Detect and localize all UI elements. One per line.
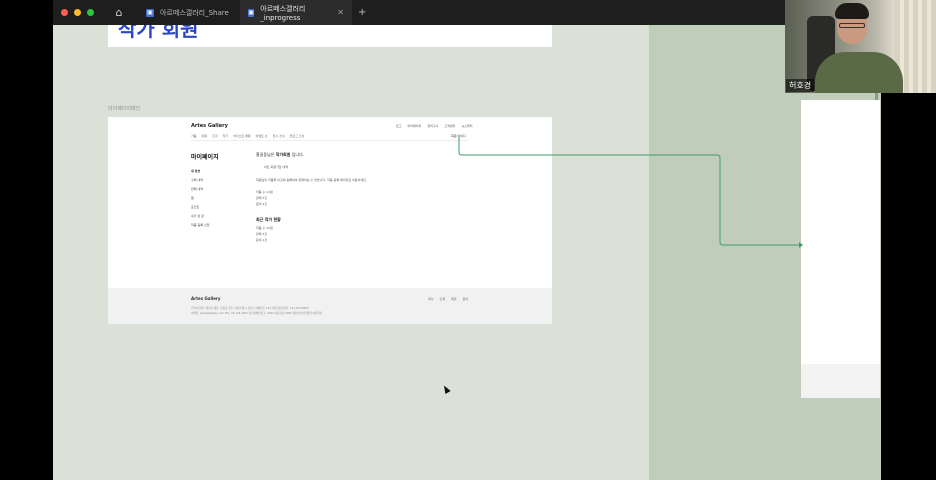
top-frame-heading: 작가 회원 (118, 25, 199, 41)
plus-icon[interactable]: + (358, 7, 366, 18)
info-row: 문의 2건 (256, 202, 268, 206)
side-menu-item: 내 정보 (191, 169, 201, 173)
topnav-item: 로그 (396, 124, 402, 128)
welcome-suffix: 입니다. (291, 152, 305, 157)
close-icon[interactable]: ✕ (337, 8, 344, 17)
right-frame[interactable] (801, 100, 880, 398)
subnav-item: 이벤트 쇼 (255, 134, 268, 138)
minimize-window-button[interactable] (74, 9, 81, 16)
footer-line: (주)아르떼스 갤러리 대표: 홍길동 주소: 서울특별시 강남구 테헤란로 1… (191, 307, 309, 310)
mockup-tag: 아트 회원가입 내역 (264, 165, 288, 169)
maximize-window-button[interactable] (87, 9, 94, 16)
footer-link: 인재 (439, 297, 446, 301)
side-menu-item: 포인트 (191, 205, 200, 209)
subnav-item: 가품 (191, 134, 197, 138)
mockup-section-rows: 작품 수 12점 판매 3건 문의 2건 (256, 226, 273, 244)
subnav-item: 전시 소식 (272, 134, 285, 138)
video-person-body (815, 52, 903, 93)
frame-label[interactable]: 마이페이지메인 (108, 105, 140, 112)
tab-inprogress[interactable]: ▣ 아르떼스갤러리_inprogress ✕ (240, 0, 352, 25)
top-frame[interactable]: 작가 회원 (108, 25, 552, 47)
close-window-button[interactable] (61, 9, 68, 16)
side-menu-item: 작품 등록 신청 (191, 223, 210, 227)
mockup-side-menu: 내 정보 구매 내역 판매 내역 찜 포인트 내가 쓴 글 작품 등록 신청 (191, 169, 209, 232)
footer-link: 문의 (462, 297, 469, 301)
subnav-item: 작가 (222, 134, 229, 138)
mockup-topnav: 로그 마이페이지 장바구니 고객센터 뉴스레터 (396, 124, 472, 128)
tab-share[interactable]: ▣ 아르떼스갤러리_Share (138, 0, 240, 25)
topnav-item: 마이페이지 (407, 124, 422, 128)
mockup-subnav: 가품 판화 조각 작가 아티스트 배틀 이벤트 쇼 전시 소식 블로그 소식 (191, 134, 304, 138)
topnav-item: 고객센터 (444, 124, 456, 128)
side-menu-item: 판매 내역 (191, 187, 203, 191)
mockup-section-title: 최근 작가 현황 (256, 217, 281, 222)
figma-icon: ▣ (248, 8, 255, 17)
welcome-prefix: 홍길동님은 (256, 152, 275, 157)
footer-link: 회사 (428, 297, 434, 301)
mockup-page-title: 마이페이지 (191, 154, 219, 161)
topnav-item: 장바구니 (427, 124, 439, 128)
side-menu-item: 구매 내역 (191, 178, 203, 182)
mockup-info-rows: 작품 수 12점 판매 3건 문의 2건 (256, 190, 273, 208)
topnav-item: 뉴스레터 (461, 124, 473, 128)
figma-icon: ▣ (146, 8, 154, 17)
footer-link: 제휴 (451, 297, 457, 301)
subnav-item: 판화 (201, 134, 208, 138)
home-icon[interactable]: ⌂ (112, 6, 126, 19)
footer-links: 회사 인재 제휴 문의 (428, 297, 468, 301)
tab-inprogress-label: 아르떼스갤러리_inprogress (260, 4, 306, 22)
video-person-glasses (839, 23, 865, 28)
footer-brand: Artes Gallery (191, 296, 221, 301)
section-row: 문의 2건 (256, 238, 268, 242)
browser-tab-bar: ⌂ ▣ 아르떼스갤러리_Share ▣ 아르떼스갤러리_inprogress ✕… (53, 0, 785, 25)
video-person-hair (835, 3, 869, 19)
mockup-brand: Artes Gallery (191, 123, 228, 129)
mypage-frame[interactable]: Artes Gallery 로그 마이페이지 장바구니 고객센터 뉴스레터 가품… (108, 117, 552, 324)
mockup-user-item: 회원 아이디 (451, 134, 466, 138)
mockup-divider (191, 140, 469, 141)
footer-line: 이메일: artes@gallery.com TEL: 02-123-4567 … (191, 312, 322, 315)
subnav-item: 아티스트 배틀 (233, 134, 251, 138)
participant-video[interactable]: 허호경 (785, 0, 936, 93)
subnav-item: 조각 (212, 134, 218, 138)
mockup-welcome: 홍길동님은 작가회원 입니다. (256, 152, 304, 158)
side-menu-item: 내가 쓴 글 (191, 214, 204, 218)
welcome-bold: 작가회원 (275, 152, 291, 157)
mockup-description: 회원님의 작품을 이곳에 등록하여 판매하실 수 있습니다. 작품 등록 페이지… (256, 178, 367, 182)
participant-name: 허호경 (786, 79, 815, 92)
window-controls (61, 9, 94, 16)
mockup-footer: Artes Gallery (주)아르떼스 갤러리 대표: 홍길동 주소: 서울… (108, 288, 552, 324)
subnav-item: 블로그 소식 (289, 134, 305, 138)
tab-share-label: 아르떼스갤러리_Share (160, 8, 229, 17)
right-frame-footer (801, 364, 880, 398)
side-menu-item: 찜 (191, 196, 194, 200)
